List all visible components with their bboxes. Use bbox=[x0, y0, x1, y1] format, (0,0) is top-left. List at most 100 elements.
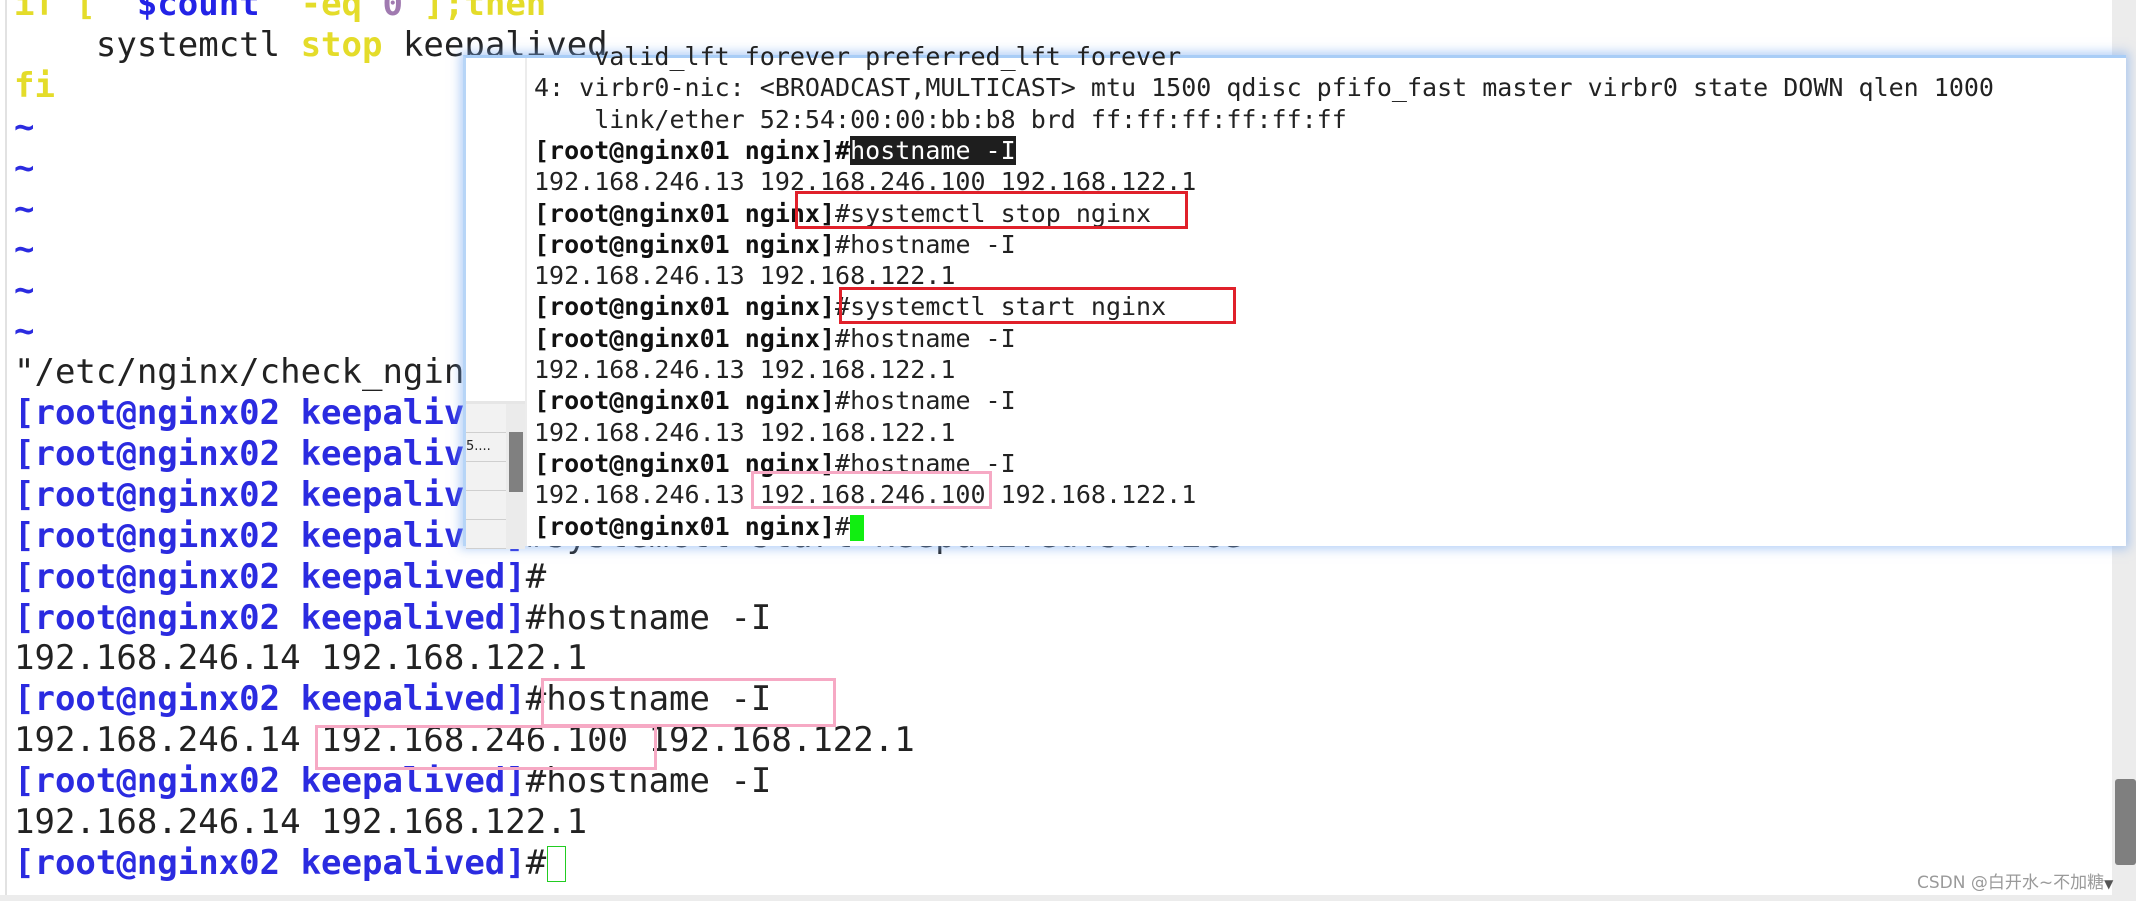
selected-command-text: hostname -I bbox=[850, 135, 1016, 165]
terminal-line: ~ bbox=[14, 270, 34, 311]
command-text: #hostname -I bbox=[835, 386, 1016, 416]
terminal-line: 192.168.246.14 192.168.246.100 192.168.1… bbox=[14, 720, 915, 761]
command-output: 192.168.246.14 192.168.122.1 bbox=[14, 638, 588, 679]
shell-prompt: [root@nginx01 nginx] bbox=[534, 448, 836, 478]
terminal-line: 192.168.246.13 192.168.122.1 bbox=[534, 260, 955, 291]
command-output: 192.168.246.14 192.168.122.1 bbox=[14, 802, 588, 842]
session-list: 5.... bbox=[466, 401, 525, 549]
code-token: then bbox=[464, 0, 547, 24]
shell-prompt: [root@nginx01 nginx] bbox=[534, 386, 836, 416]
session-list-item[interactable] bbox=[466, 520, 506, 549]
shell-prompt: [root@nginx02 keepalived] bbox=[14, 556, 526, 597]
empty-line-tilde: ~ bbox=[14, 270, 35, 311]
shell-prompt: [root@nginx02 keepalived] bbox=[14, 474, 526, 515]
session-list-item[interactable] bbox=[466, 404, 506, 433]
session-list-scrollbar-thumb[interactable] bbox=[509, 432, 523, 492]
terminal-line: 192.168.246.14 192.168.122.1 bbox=[14, 638, 587, 679]
code-token: systemctl bbox=[14, 24, 301, 65]
terminal-line: [root@nginx01 nginx]#hostname -I bbox=[534, 229, 1016, 260]
terminal-line: ~ bbox=[14, 107, 34, 148]
terminal-line: 192.168.246.13 192.168.246.100 192.168.1… bbox=[534, 166, 1196, 197]
terminal-line: ~ bbox=[14, 311, 34, 352]
watermark-text: CSDN @白开水~不加糖 bbox=[1917, 873, 2105, 893]
scrollbar-thumb[interactable] bbox=[2115, 779, 2136, 865]
command-text: #hostname -I bbox=[835, 323, 1016, 353]
terminal-line: link/ether 52:54:00:00:bb:b8 brd ff:ff:f… bbox=[534, 104, 1347, 135]
terminal-line: [root@nginx01 nginx]#hostname -I bbox=[534, 385, 1016, 416]
command-text: #hostname -I bbox=[525, 679, 772, 720]
terminal-line: [root@nginx01 nginx]#systemctl stop ngin… bbox=[534, 198, 1151, 229]
command-text: #hostname -I bbox=[835, 229, 1016, 259]
shell-prompt: [root@nginx02 keepalived] bbox=[14, 393, 526, 433]
terminal-line: if [ "$count" -eq 0 ];then bbox=[14, 0, 546, 25]
shell-prompt: [root@nginx01 nginx] bbox=[534, 323, 836, 353]
text-cursor bbox=[547, 846, 567, 883]
command-output: 192.168.246.13 192.168.122.1 bbox=[534, 417, 956, 447]
command-output: 192.168.246.13 192.168.122.1 bbox=[534, 355, 956, 384]
terminal-line: [root@nginx02 keepalived]# bbox=[14, 842, 567, 884]
terminal-line: [root@nginx02 keepalived]#hostname -I bbox=[14, 598, 771, 639]
command-text: #systemctl start nginx bbox=[835, 292, 1167, 322]
dropdown-arrow-icon: ▼ bbox=[2104, 877, 2114, 891]
command-text: # bbox=[835, 511, 851, 541]
terminal-line: ~ bbox=[14, 229, 34, 270]
terminal-line: 192.168.246.14 192.168.122.1 bbox=[14, 802, 587, 843]
window-edge bbox=[5, 0, 7, 895]
terminal-line: [root@nginx01 nginx]#systemctl start ngi… bbox=[534, 291, 1166, 322]
terminal-line: [root@nginx02 keepalived]#hostname -I bbox=[14, 761, 771, 802]
session-list-item-label: 5.... bbox=[466, 439, 491, 454]
foreground-terminal-window[interactable]: 5.... valid_lft forever preferred_lft fo… bbox=[463, 42, 2126, 549]
code-token: $count bbox=[136, 0, 260, 24]
empty-line-tilde: ~ bbox=[14, 147, 35, 188]
session-list-scrollbar[interactable] bbox=[506, 404, 525, 549]
command-text: # bbox=[525, 842, 547, 883]
command-text: #hostname -I bbox=[525, 597, 772, 638]
code-token: fi bbox=[14, 65, 55, 106]
shell-prompt: [root@nginx01 nginx] bbox=[534, 135, 836, 165]
command-output: link/ether 52:54:00:00:bb:b8 brd ff:ff:f… bbox=[534, 104, 1347, 134]
command-output: 192.168.246.13 192.168.246.100 192.168.1… bbox=[534, 480, 1197, 510]
session-list-item[interactable] bbox=[466, 491, 506, 520]
command-text: #hostname -I bbox=[835, 448, 1016, 478]
code-token: " -eq bbox=[259, 0, 383, 24]
empty-line-tilde: ~ bbox=[14, 188, 35, 229]
shell-prompt: [root@nginx01 nginx] bbox=[534, 511, 836, 541]
shell-prompt: [root@nginx02 keepalived] bbox=[14, 597, 526, 638]
terminal-line: [root@nginx01 nginx]#hostname -I bbox=[534, 323, 1016, 354]
empty-line-tilde: ~ bbox=[14, 229, 35, 270]
shell-prompt: [root@nginx02 keepalived] bbox=[14, 679, 526, 720]
shell-prompt: [root@nginx02 keepalived] bbox=[14, 761, 526, 802]
shell-prompt: [root@nginx02 keepalived] bbox=[14, 515, 526, 556]
watermark: CSDN @白开水~不加糖▼ bbox=[1917, 868, 2113, 893]
shell-prompt: [root@nginx01 nginx] bbox=[534, 229, 836, 259]
terminal-line: ~ bbox=[14, 148, 34, 189]
command-text: # bbox=[525, 556, 547, 597]
empty-line-tilde: ~ bbox=[14, 311, 35, 352]
command-text: #systemctl stop nginx bbox=[835, 198, 1152, 228]
command-text: #hostname -I bbox=[525, 761, 772, 802]
terminal-line: [root@nginx01 nginx]# bbox=[534, 511, 865, 542]
command-output: valid_lft forever preferred_lft forever bbox=[534, 42, 1182, 71]
terminal-line: 4: virbr0-nic: <BROADCAST,MULTICAST> mtu… bbox=[534, 72, 1994, 103]
code-token: stop bbox=[300, 24, 383, 65]
session-side-panel: 5.... bbox=[466, 58, 527, 549]
session-list-item[interactable] bbox=[466, 462, 506, 491]
terminal-line: fi bbox=[14, 66, 55, 107]
shell-prompt: [root@nginx01 nginx] bbox=[534, 292, 836, 322]
text-cursor bbox=[850, 514, 865, 541]
terminal-line: [root@nginx02 keepalived]# bbox=[14, 557, 546, 598]
terminal-line: ~ bbox=[14, 189, 34, 230]
session-list-item[interactable]: 5.... bbox=[466, 433, 506, 462]
terminal-line: 192.168.246.13 192.168.122.1 bbox=[534, 417, 955, 448]
shell-prompt: [root@nginx02 keepalived] bbox=[14, 842, 526, 883]
bottom-bar bbox=[0, 895, 2136, 901]
code-token: ]; bbox=[402, 0, 465, 24]
command-output: 4: virbr0-nic: <BROADCAST,MULTICAST> mtu… bbox=[534, 73, 1994, 103]
code-token: 0 bbox=[382, 0, 403, 24]
command-output: 192.168.246.14 192.168.246.100 192.168.1… bbox=[14, 720, 915, 761]
shell-prompt: [root@nginx02 keepalived] bbox=[14, 433, 526, 474]
command-output: 192.168.246.13 192.168.246.100 192.168.1… bbox=[534, 167, 1197, 197]
terminal-line: 192.168.246.13 192.168.246.100 192.168.1… bbox=[534, 479, 1196, 510]
terminal-line: [root@nginx02 keepalived]#hostname -I bbox=[14, 679, 771, 720]
empty-line-tilde: ~ bbox=[14, 106, 35, 147]
